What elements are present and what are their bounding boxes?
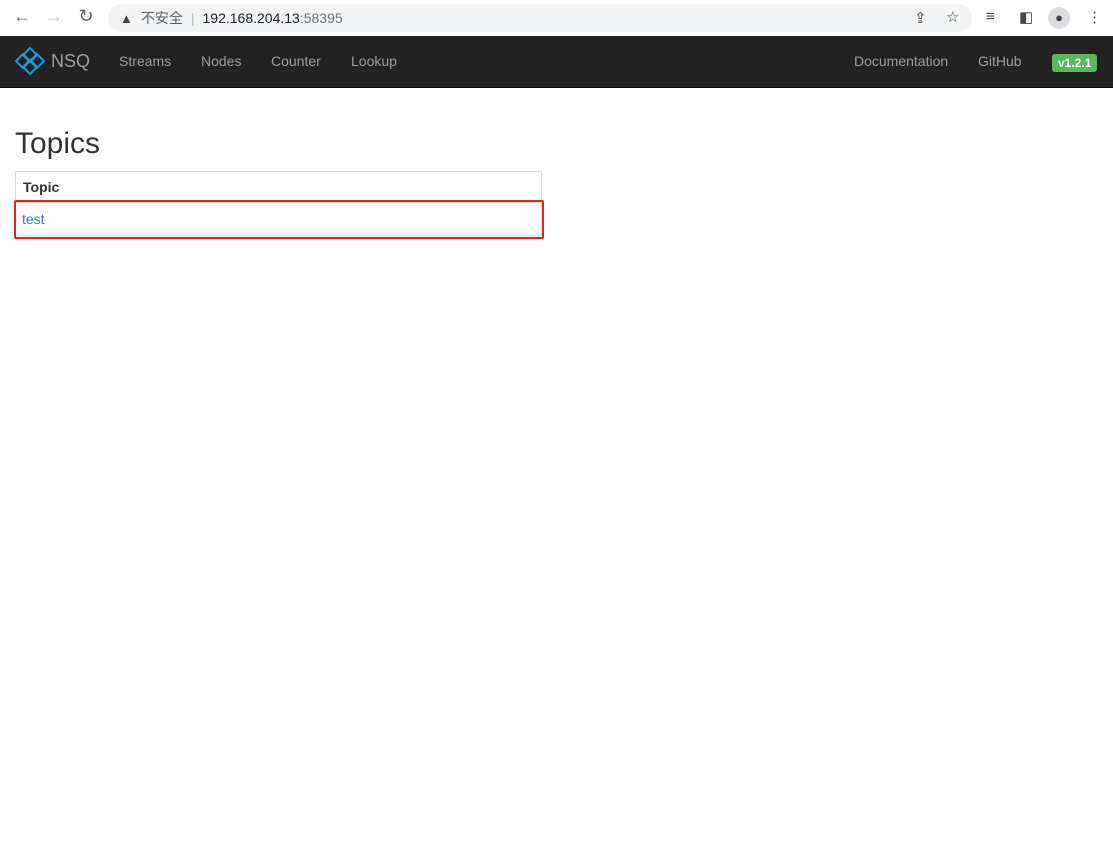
navbar: NSQ Streams Nodes Counter Lookup Documen… [0,36,1113,88]
security-label[interactable]: 不安全 [141,8,183,28]
page-title: Topics [15,127,101,160]
url-host: 192.168.204.13 [202,10,300,26]
nav-documentation[interactable]: Documentation [854,53,948,69]
highlight-box [14,200,544,239]
star-icon[interactable]: ☆ [946,8,959,26]
browser-toolbar: ← → ↻ ▲ 不安全 | 192.168.204.13:58395 ⇪ ☆ ≡… [0,0,1113,36]
nav-lookup[interactable]: Lookup [351,53,397,69]
back-icon[interactable]: ← [10,6,34,27]
brand-name[interactable]: NSQ [51,51,90,72]
address-bar[interactable]: ▲ 不安全 | 192.168.204.13:58395 ⇪ ☆ [108,4,972,32]
brand[interactable]: NSQ [15,46,90,76]
forward-icon[interactable]: → [42,6,66,27]
reading-list-icon[interactable]: ≡ [986,8,995,25]
menu-icon[interactable]: ⋮ [1087,8,1102,26]
url-port: :58395 [299,10,343,26]
reload-icon[interactable]: ↻ [74,6,98,27]
divider: | [190,10,195,26]
nsq-logo-icon [15,46,45,76]
column-header-topic: Topic [15,171,542,203]
nav-counter[interactable]: Counter [271,53,321,69]
side-panel-icon[interactable]: ◧ [1019,8,1033,26]
share-icon[interactable]: ⇪ [914,9,927,27]
nav-nodes[interactable]: Nodes [201,53,241,69]
profile-icon[interactable]: ● [1048,7,1070,29]
warning-icon[interactable]: ▲ [120,11,133,26]
nav-github[interactable]: GitHub [978,53,1022,69]
nav-streams[interactable]: Streams [119,53,171,69]
version-badge: v1.2.1 [1052,54,1098,72]
